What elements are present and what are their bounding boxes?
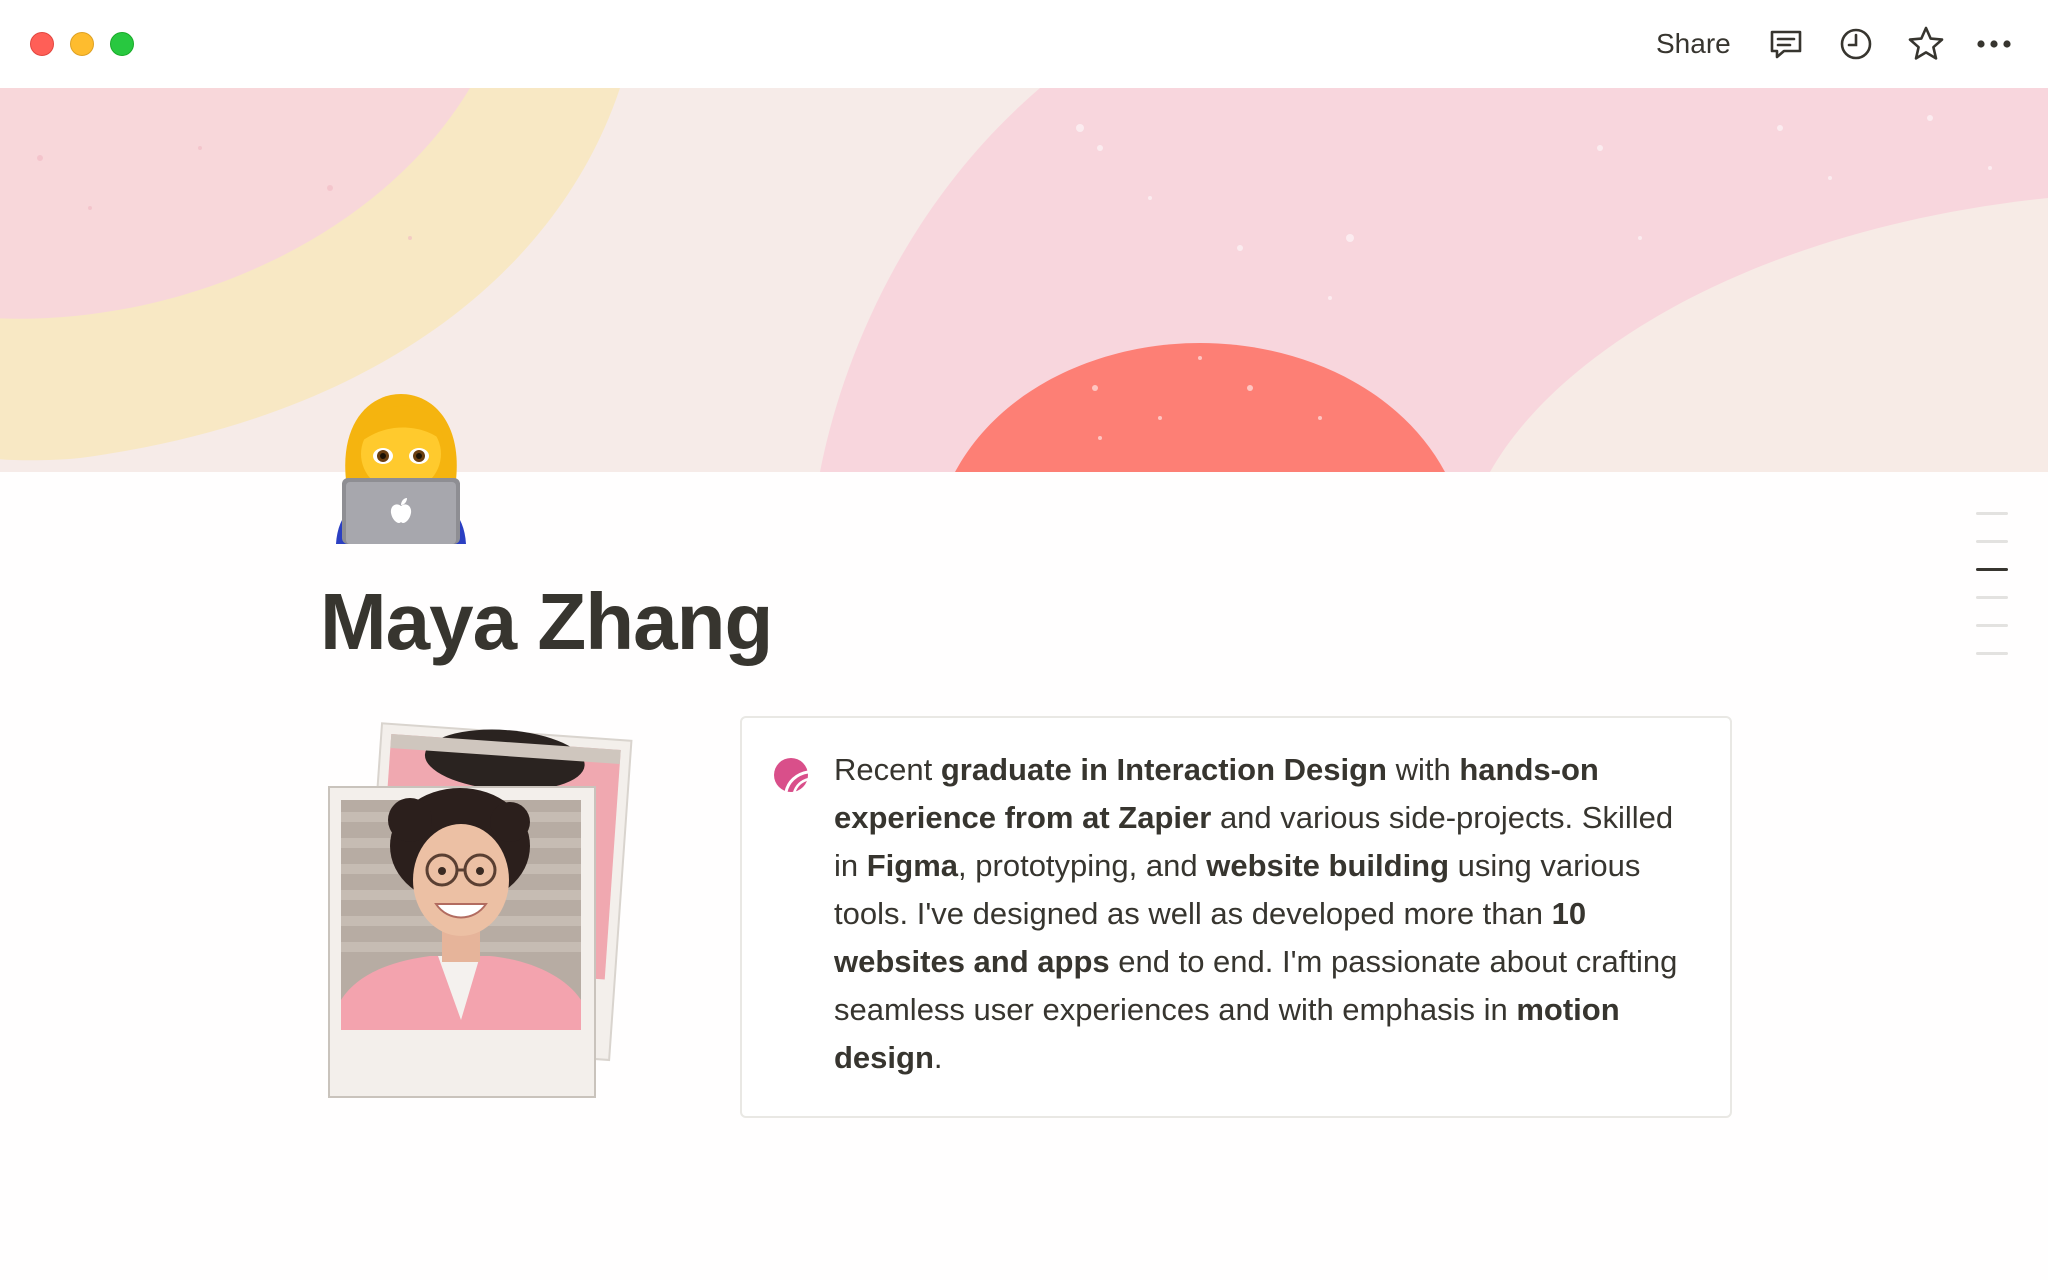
table-of-contents-minimap[interactable]	[1976, 512, 2010, 680]
page-icon-emoji[interactable]	[330, 392, 472, 544]
bio-text-segment: , prototyping, and	[958, 848, 1207, 883]
bio-text-segment: with	[1386, 752, 1460, 787]
bio-text-segment: Recent	[834, 752, 941, 787]
toc-line[interactable]	[1976, 512, 2008, 515]
toc-line-active[interactable]	[1976, 568, 2008, 571]
toc-line[interactable]	[1976, 652, 2008, 655]
profile-photos	[320, 720, 650, 1100]
window-minimize-button[interactable]	[70, 32, 94, 56]
page-title[interactable]: Maya Zhang	[320, 572, 773, 672]
more-options-icon[interactable]	[1974, 24, 2014, 64]
toc-line[interactable]	[1976, 624, 2008, 627]
bio-bold-segment: Figma	[866, 848, 959, 883]
bio-bold-segment: website building	[1206, 848, 1450, 883]
share-button[interactable]: Share	[1648, 22, 1739, 66]
favorite-star-icon[interactable]	[1906, 24, 1946, 64]
history-icon[interactable]	[1836, 24, 1876, 64]
bio-bold-segment: graduate in Interaction Design	[940, 752, 1387, 787]
pink-circle-icon[interactable]	[772, 756, 811, 795]
bio-callout[interactable]: Recent graduate in Interaction Design wi…	[740, 716, 1732, 1118]
app-window: Share Maya Zhang Recent graduate in Inte…	[0, 0, 2048, 1280]
title-bar: Share	[0, 0, 2048, 88]
toc-line[interactable]	[1976, 540, 2008, 543]
window-close-button[interactable]	[30, 32, 54, 56]
page-cover-image[interactable]	[0, 88, 2048, 472]
comments-icon[interactable]	[1766, 24, 1806, 64]
bio-text-segment: .	[933, 1040, 943, 1075]
window-maximize-button[interactable]	[110, 32, 134, 56]
bio-text[interactable]: Recent graduate in Interaction Design wi…	[834, 746, 1704, 1082]
toc-line[interactable]	[1976, 596, 2008, 599]
